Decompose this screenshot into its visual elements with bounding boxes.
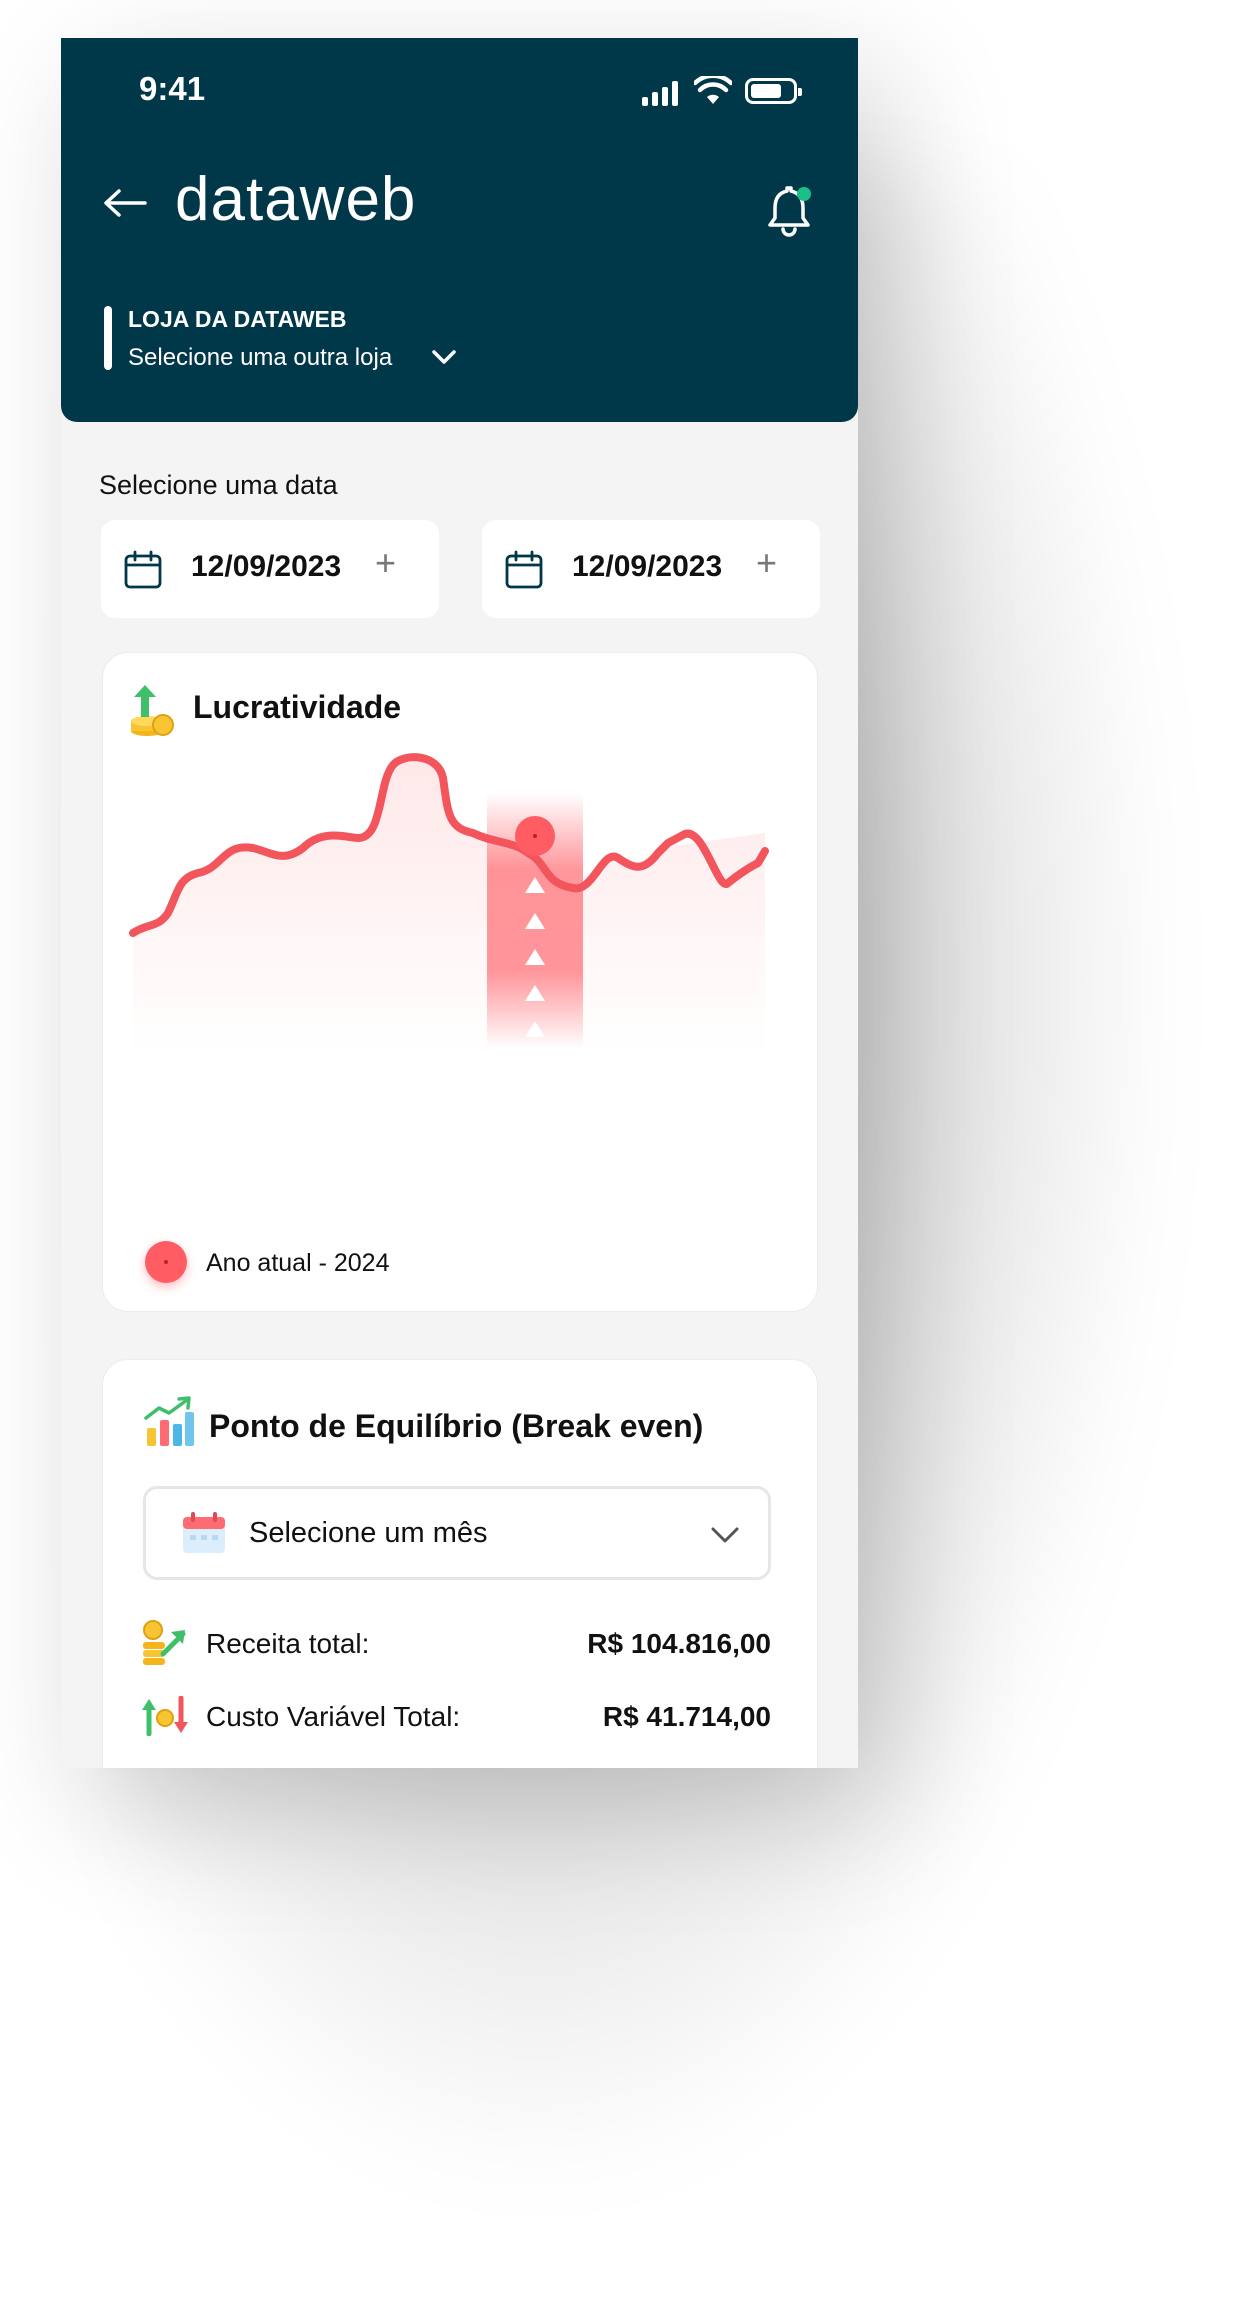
month-select[interactable]: Selecione um mês [143,1486,771,1580]
end-date-value: 12/09/2023 [572,550,723,583]
start-date-value: 12/09/2023 [191,550,342,583]
app-header: 9:41 dataweb LOJA DA DATAWEB Selecione u… [61,38,858,422]
legend-label: Ano atual - 2024 [206,1249,390,1277]
chevron-down-icon[interactable] [431,348,457,366]
start-date-field[interactable]: 12/09/2023 + [101,520,439,618]
calendar-page-icon [183,1512,225,1553]
date-section-label: Selecione uma data [99,470,338,500]
end-date-field[interactable]: 12/09/2023 + [482,520,820,618]
notification-bell-icon[interactable] [767,184,815,238]
break-even-title: Ponto de Equilíbrio (Break even) [209,1408,704,1444]
month-select-label: Selecione um mês [249,1517,488,1549]
battery-icon [745,78,802,104]
profitability-card: Lucratividade Ano atual - 2024 [102,652,818,1312]
variable-cost-label: Custo Variável Total: [206,1701,461,1732]
store-name: LOJA DA DATAWEB [128,306,347,332]
cost-arrows-icon [142,1696,188,1736]
add-start-date-button[interactable]: + [375,542,396,584]
store-indicator-bar [104,306,112,370]
calendar-icon [505,550,543,589]
legend-marker [145,1241,187,1283]
revenue-coins-icon [143,1620,186,1665]
dataweb-logo: dataweb [175,165,417,234]
store-select-link[interactable]: Selecione uma outra loja [128,344,392,372]
profitability-title: Lucratividade [193,689,402,725]
back-arrow-icon[interactable] [103,188,147,218]
profitability-chart [129,753,769,1053]
phone-screen: 9:41 dataweb LOJA DA DATAWEB Selecione u… [61,38,858,1768]
variable-cost-value: R$ 41.714,00 [602,1701,771,1732]
bar-chart-growth-icon [144,1396,194,1446]
cellular-signal-icon [642,80,678,106]
chevron-down-icon[interactable] [710,1525,740,1545]
status-time: 9:41 [139,70,206,107]
revenue-label: Receita total: [206,1628,370,1659]
wifi-icon [694,76,732,104]
revenue-value: R$ 104.816,00 [587,1628,771,1659]
calendar-icon [124,550,162,589]
profit-coins-icon [131,685,174,736]
break-even-card: Ponto de Equilíbrio (Break even) Selecio… [102,1359,818,1768]
add-end-date-button[interactable]: + [756,542,777,584]
